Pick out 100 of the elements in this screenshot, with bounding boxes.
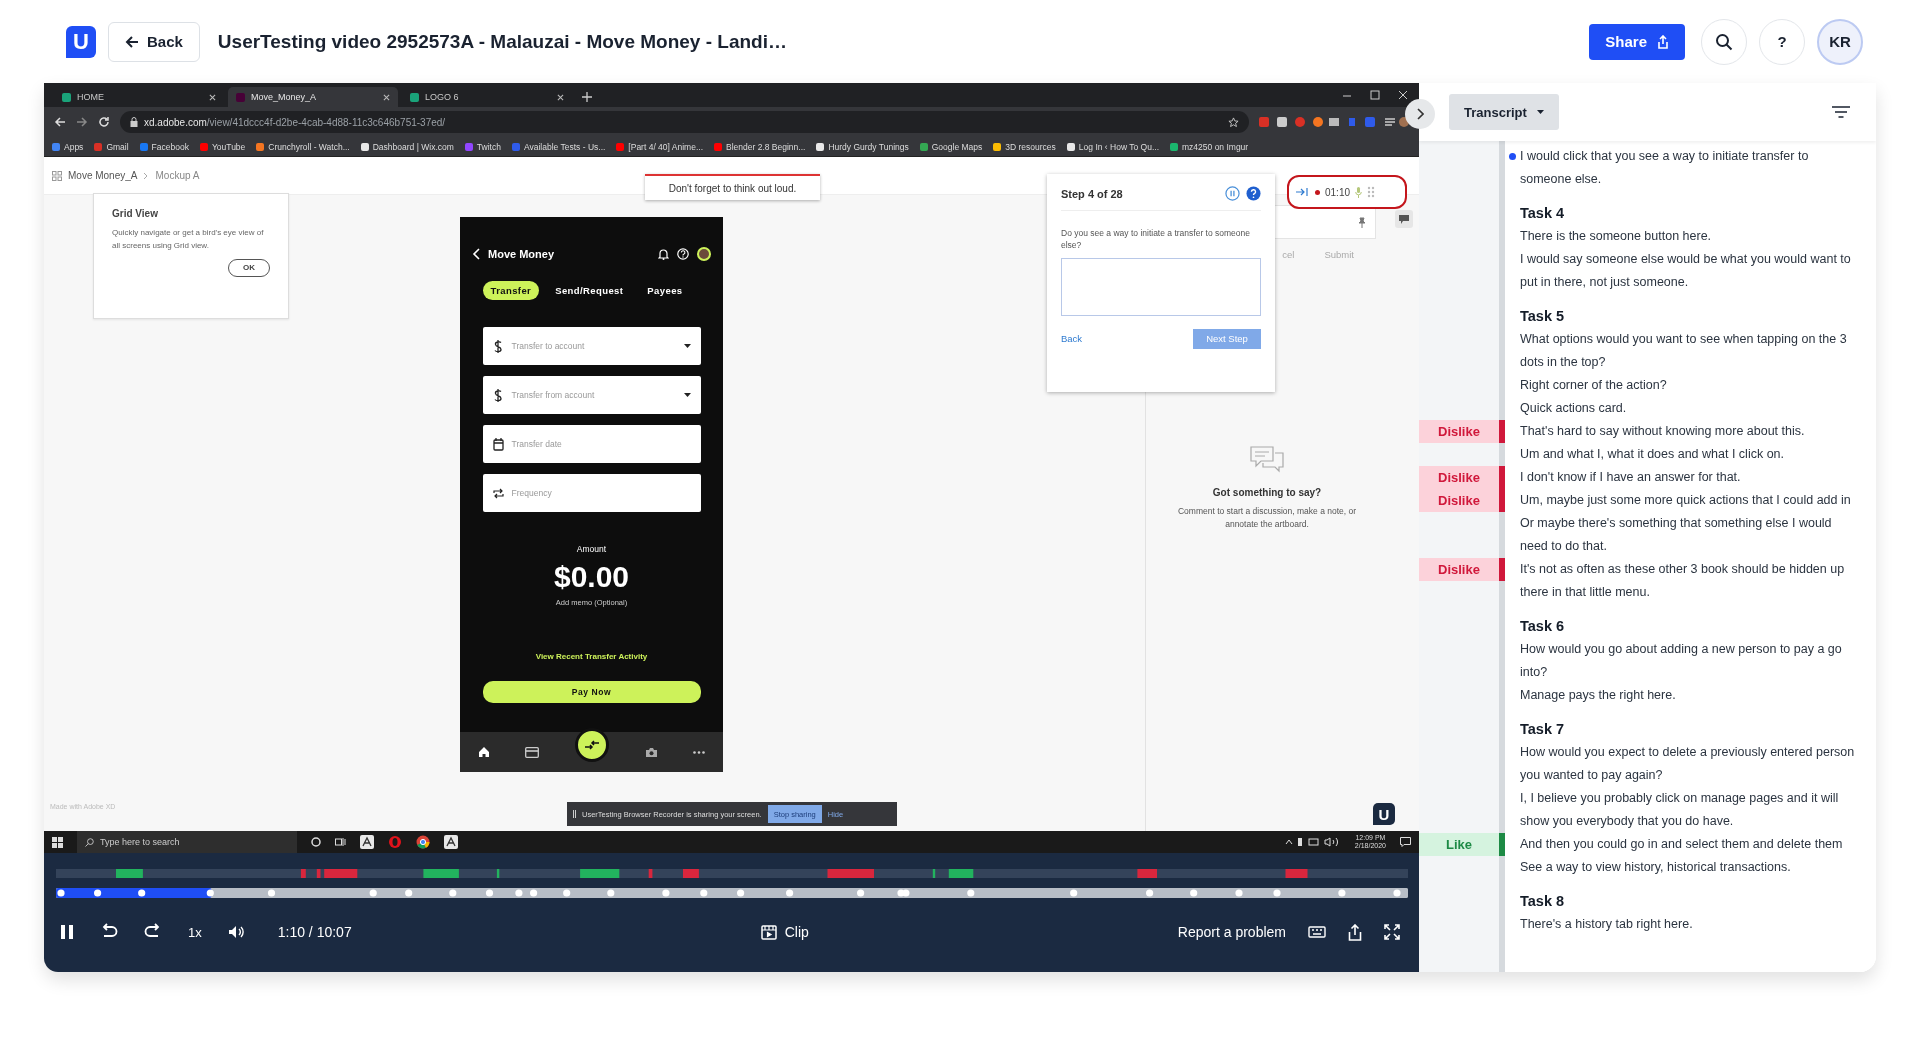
pay-now-button[interactable]: Pay Now (482, 681, 701, 703)
bookmark[interactable]: 3D resources (993, 141, 1056, 152)
bookmark[interactable]: Available Tests - Us... (511, 141, 606, 152)
bookmark[interactable]: [Part 4/ 40] Anime... (616, 141, 703, 152)
collapse-arrow-icon[interactable] (1296, 188, 1310, 196)
transcript-line[interactable]: I would click that you see a way to initiate transfer to someone else. (1520, 145, 1860, 191)
report-problem-button[interactable]: Report a problem (1177, 924, 1286, 940)
bookmark[interactable]: Apps (52, 141, 84, 152)
breadcrumb-item[interactable]: Move Money_A (68, 170, 138, 181)
sentiment-tag[interactable]: Dislike (1419, 466, 1505, 489)
pause-icon[interactable] (60, 924, 74, 940)
app-icon[interactable] (360, 835, 374, 849)
search-button[interactable] (1701, 18, 1747, 65)
back-button[interactable]: Back (108, 21, 200, 62)
popup-text: Quickly navigate or get a bird's eye view of all screens using Grid view. (112, 227, 265, 252)
help-button[interactable]: ? (1759, 18, 1805, 65)
app-icon[interactable] (444, 835, 458, 849)
volume-icon[interactable] (227, 925, 244, 939)
user-avatar[interactable]: KR (1817, 18, 1863, 65)
windows-icon[interactable] (52, 836, 63, 848)
transcript-line[interactable]: It's not as often as these other 3 book should be hidden up there in that little menu. (1520, 558, 1860, 604)
bookmark[interactable]: Blender 2.8 Beginn... (714, 141, 806, 152)
search-icon (85, 837, 94, 847)
ok-button[interactable]: OK (228, 258, 270, 277)
browser-tab[interactable]: Move_Money_A (228, 87, 398, 107)
sentiment-tag[interactable]: Dislike (1419, 558, 1505, 581)
task-view-icon[interactable] (335, 837, 346, 847)
chevron-left-icon[interactable] (472, 248, 480, 260)
clip-button[interactable]: Clip (754, 923, 815, 941)
drag-handle-icon[interactable] (1367, 186, 1376, 198)
grid-icon[interactable] (52, 170, 62, 181)
bookmark[interactable]: Google Maps (919, 141, 983, 152)
cortana-icon[interactable] (311, 837, 321, 847)
notification-icon[interactable] (1400, 837, 1411, 847)
progress-track[interactable] (56, 888, 1408, 898)
bookmark[interactable]: mz4250 on Imgur (1170, 141, 1249, 152)
transcript-line[interactable]: And then you could go in and select them and delete them (1520, 833, 1860, 856)
taskbar-search-field[interactable]: Type here to search (77, 831, 297, 853)
browser-tab[interactable]: LOGO 6 (402, 87, 572, 107)
tab[interactable]: Payees (639, 281, 691, 300)
share-icon[interactable] (1348, 923, 1362, 941)
sentiment-tag[interactable]: Dislike (1419, 489, 1505, 512)
home-icon[interactable] (477, 746, 490, 758)
recording-time: 01:10 (1325, 186, 1351, 198)
bookmark[interactable]: Facebook (139, 141, 189, 152)
bell-icon[interactable] (658, 248, 669, 260)
tab[interactable]: Send/Request (547, 281, 632, 300)
transfer-button[interactable] (575, 728, 609, 762)
repeat-icon (492, 486, 504, 500)
browser-tab[interactable]: HOME (54, 87, 224, 107)
transcript-line[interactable]: How would you expect to delete a previously entered person you wanted to pay again? (1520, 741, 1860, 787)
opera-icon[interactable] (388, 835, 402, 849)
transcript-line[interactable]: I, I believe you probably click on manage pages and it will show you everybody that you do have. (1520, 787, 1860, 833)
transcript-line[interactable]: Right corner of the action? (1520, 374, 1860, 397)
sentiment-tag[interactable]: Like (1419, 833, 1505, 856)
transcript-line[interactable]: There's a history tab right here. (1520, 913, 1860, 936)
bookmark[interactable]: Hurdy Gurdy Tunings (816, 141, 909, 152)
back-link[interactable]: Back (1061, 333, 1083, 345)
bookmark[interactable]: Log In ‹ How To Qu... (1066, 141, 1160, 152)
bookmark[interactable]: Gmail (94, 141, 129, 152)
transcript-line[interactable]: I don't know if I have an answer for that. (1520, 466, 1860, 489)
bookmark[interactable]: Twitch (464, 141, 501, 152)
forward-arrow-icon[interactable] (76, 116, 88, 128)
reload-icon[interactable] (98, 116, 110, 128)
transcript-dropdown[interactable]: Transcript (1449, 94, 1559, 130)
close-icon (209, 93, 216, 101)
comment-button[interactable] (1394, 210, 1413, 228)
share-button[interactable]: Share (1589, 23, 1685, 60)
transcript-line[interactable]: How would you go about adding a new person to pay a go into? (1520, 638, 1860, 684)
camera-icon[interactable] (644, 746, 658, 758)
card-icon[interactable] (525, 746, 540, 758)
transcript-line[interactable]: Manage pays the right here. (1520, 684, 1860, 707)
transcript-line[interactable]: Um, maybe just some more quick actions that I could add in Or maybe there's something that something else I would need to do that. (1520, 489, 1860, 558)
help-icon[interactable] (677, 248, 689, 260)
more-icon[interactable] (693, 750, 706, 754)
filter-icon[interactable] (1832, 106, 1850, 118)
keyboard-icon[interactable] (1308, 926, 1326, 938)
fullscreen-icon[interactable] (1384, 924, 1400, 940)
transcript-line[interactable]: That's hard to say without knowing more about this. (1520, 420, 1860, 443)
bookmark[interactable]: YouTube (199, 141, 246, 152)
sentiment-tag[interactable]: Dislike (1419, 420, 1505, 443)
activity-link[interactable]: View Recent Transfer Activity (535, 652, 648, 661)
star-icon[interactable] (1228, 116, 1239, 128)
bookmark[interactable]: Crunchyroll - Watch... (256, 141, 350, 152)
tab[interactable]: Transfer (482, 281, 540, 300)
bookmark[interactable]: Dashboard | Wix.com (360, 141, 454, 152)
avatar[interactable] (697, 247, 711, 261)
transcript-line[interactable]: See a way to view history, historical transactions. (1520, 856, 1860, 879)
transcript-line[interactable]: What options would you want to see when tapping on the 3 dots in the top? (1520, 328, 1860, 374)
transcript-line[interactable]: Um and what I, what it does and what I click on. (1520, 443, 1860, 466)
transcript-line[interactable]: I would say someone else would be what you would want to put in there, not just someone. (1520, 248, 1860, 294)
url-field[interactable]: xd.adobe.com/view/41dccc4f-d2be-4cab-4d88-11c3c646b751-37ed/ (120, 111, 1249, 133)
transcript-line[interactable]: There is the someone button here. (1520, 225, 1860, 248)
back-arrow-icon[interactable] (54, 116, 66, 128)
logo[interactable]: U (1373, 803, 1395, 825)
playback-speed-button[interactable]: 1x (188, 924, 202, 940)
breadcrumb-item[interactable]: Mockup A (155, 170, 200, 181)
url-text: xd.adobe.com/view/41dccc4f-d2be-4cab-4d88-11c3c646b751-37ed/ (144, 116, 446, 128)
transcript-line[interactable]: Quick actions card. (1520, 397, 1860, 420)
chrome-icon[interactable] (416, 835, 430, 849)
